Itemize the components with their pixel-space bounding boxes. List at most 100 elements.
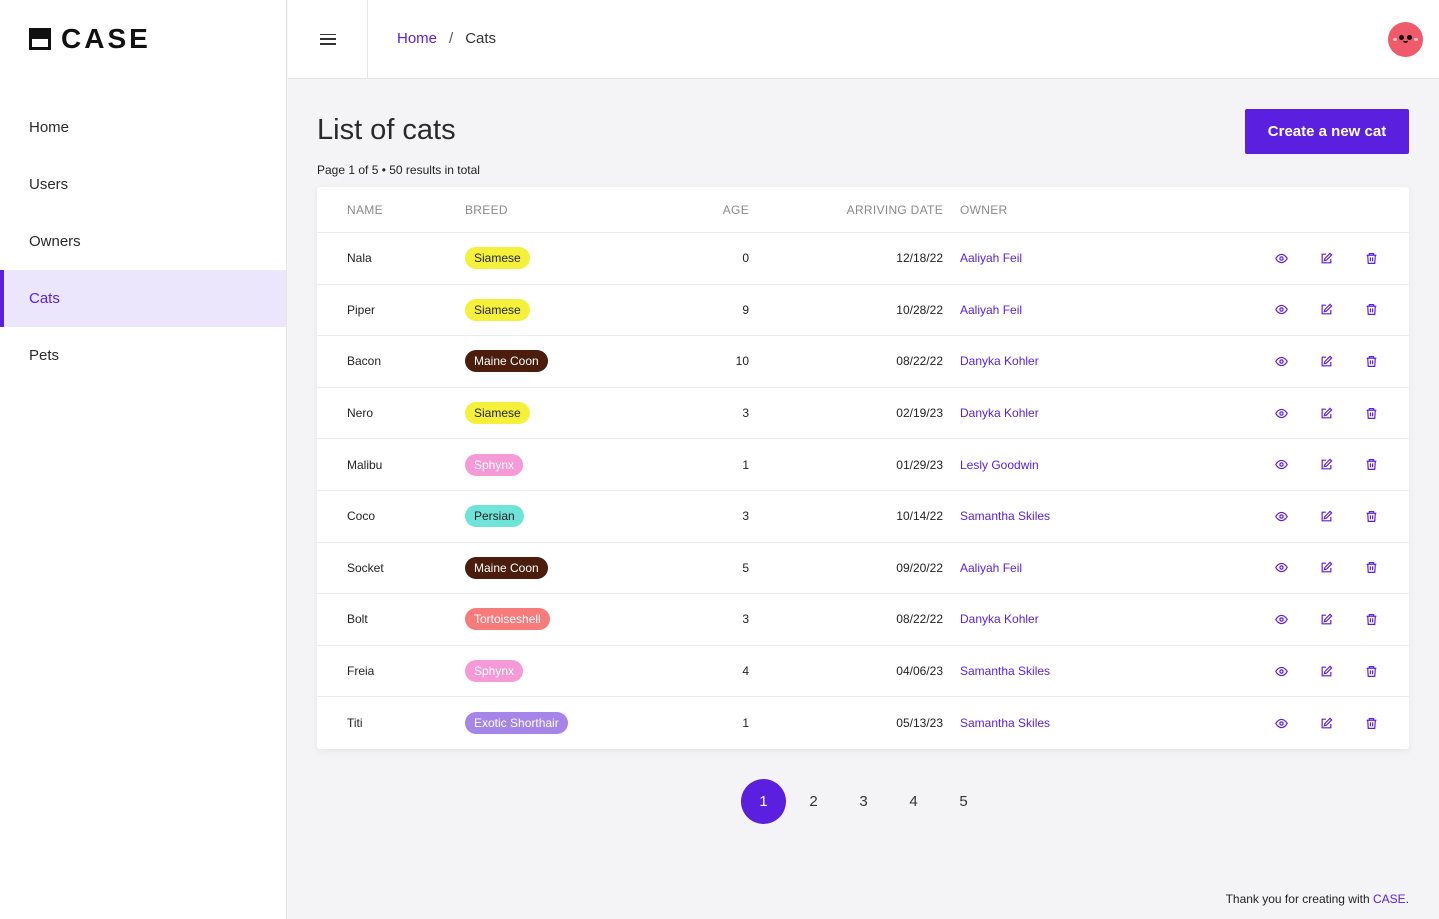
delete-button[interactable]: [1362, 301, 1380, 319]
sidebar-item-label: Owners: [29, 233, 81, 250]
create-cat-button[interactable]: Create a new cat: [1245, 109, 1409, 154]
owner-link[interactable]: Samantha Skiles: [960, 716, 1050, 730]
owner-link[interactable]: Samantha Skiles: [960, 664, 1050, 678]
edit-icon: [1320, 613, 1333, 626]
eye-icon: [1274, 458, 1288, 471]
page-button-5[interactable]: 5: [941, 779, 986, 824]
cat-age: 3: [742, 406, 749, 421]
owner-link[interactable]: Aaliyah Feil: [960, 561, 1022, 575]
owner-link[interactable]: Danyka Kohler: [960, 612, 1039, 626]
owner-link[interactable]: Aaliyah Feil: [960, 303, 1022, 317]
delete-button[interactable]: [1362, 662, 1380, 680]
delete-button[interactable]: [1362, 352, 1380, 370]
sidebar-item-cats[interactable]: Cats: [0, 270, 286, 327]
table-row: Piper Siamese 9 10/28/22 Aaliyah Feil: [317, 285, 1409, 337]
view-button[interactable]: [1272, 456, 1290, 474]
cat-name: Nala: [347, 251, 372, 266]
owner-link[interactable]: Danyka Kohler: [960, 406, 1039, 420]
edit-icon: [1320, 717, 1333, 730]
edit-button[interactable]: [1317, 662, 1335, 680]
table-row: Freia Sphynx 4 04/06/23 Samantha Skiles: [317, 646, 1409, 698]
results-summary: Page 1 of 5 • 50 results in total: [317, 163, 480, 177]
cat-name: Titi: [347, 716, 363, 731]
page-button-1[interactable]: 1: [741, 779, 786, 824]
delete-button[interactable]: [1362, 610, 1380, 628]
page-button-3[interactable]: 3: [841, 779, 886, 824]
owner-link[interactable]: Lesly Goodwin: [960, 458, 1039, 472]
breadcrumb: Home / Cats: [397, 30, 496, 47]
view-button[interactable]: [1272, 301, 1290, 319]
sidebar-item-users[interactable]: Users: [0, 156, 286, 213]
owner-link[interactable]: Aaliyah Feil: [960, 251, 1022, 265]
delete-button[interactable]: [1362, 456, 1380, 474]
footer-case-link[interactable]: CASE: [1373, 892, 1406, 906]
breed-badge: Siamese: [465, 247, 530, 270]
page-button-2[interactable]: 2: [791, 779, 836, 824]
page-button-4[interactable]: 4: [891, 779, 936, 824]
breed-cell: Siamese: [465, 298, 530, 321]
delete-button[interactable]: [1362, 507, 1380, 525]
edit-icon: [1320, 407, 1333, 420]
view-button[interactable]: [1272, 249, 1290, 267]
table-body: Nala Siamese 0 12/18/22 Aaliyah Feil Piper Sia…: [317, 233, 1409, 749]
menu-toggle-button[interactable]: [288, 0, 368, 78]
edit-button[interactable]: [1317, 610, 1335, 628]
view-button[interactable]: [1272, 610, 1290, 628]
cat-name: Bacon: [347, 354, 382, 369]
sidebar-item-owners[interactable]: Owners: [0, 213, 286, 270]
cat-name: Coco: [347, 509, 376, 524]
eye-icon: [1274, 252, 1288, 265]
edit-button[interactable]: [1317, 456, 1335, 474]
edit-button[interactable]: [1317, 507, 1335, 525]
edit-button[interactable]: [1317, 714, 1335, 732]
sidebar-item-home[interactable]: Home: [0, 99, 286, 156]
arriving-date: 05/13/23: [896, 716, 943, 731]
edit-button[interactable]: [1317, 301, 1335, 319]
breed-badge: Sphynx: [465, 453, 524, 476]
sidebar-item-label: Home: [29, 119, 70, 136]
table-row: Bolt Tortoiseshell 3 08/22/22 Danyka Kohler: [317, 594, 1409, 646]
delete-button[interactable]: [1362, 559, 1380, 577]
view-button[interactable]: [1272, 714, 1290, 732]
eye-icon: [1274, 561, 1288, 574]
topbar: Home / Cats: [288, 0, 1439, 79]
breadcrumb-home-link[interactable]: Home: [397, 30, 437, 47]
sidebar-item-pets[interactable]: Pets: [0, 327, 286, 384]
column-header-name: NAME: [347, 203, 383, 217]
view-button[interactable]: [1272, 507, 1290, 525]
edit-icon: [1320, 303, 1333, 316]
breed-cell: Maine Coon: [465, 556, 548, 579]
logo[interactable]: CASE: [29, 23, 151, 54]
footer: Thank you for creating with CASE.: [1226, 892, 1409, 906]
column-header-age: AGE: [722, 203, 749, 217]
view-button[interactable]: [1272, 559, 1290, 577]
arriving-date: 04/06/23: [896, 664, 943, 679]
edit-button[interactable]: [1317, 404, 1335, 422]
delete-button[interactable]: [1362, 714, 1380, 732]
view-button[interactable]: [1272, 404, 1290, 422]
edit-button[interactable]: [1317, 559, 1335, 577]
view-button[interactable]: [1272, 352, 1290, 370]
cat-age: 3: [742, 612, 749, 627]
pagination: 1 2 3 4 5: [741, 779, 986, 824]
view-button[interactable]: [1272, 662, 1290, 680]
eye-icon: [1274, 303, 1288, 316]
delete-button[interactable]: [1362, 404, 1380, 422]
owner-link[interactable]: Samantha Skiles: [960, 509, 1050, 523]
edit-button[interactable]: [1317, 352, 1335, 370]
edit-icon: [1320, 458, 1333, 471]
table-row: Coco Persian 3 10/14/22 Samantha Skiles: [317, 491, 1409, 543]
breed-badge: Siamese: [465, 402, 530, 425]
avatar[interactable]: [1388, 22, 1423, 57]
table-header: NAME BREED AGE ARRIVING DATE OWNER: [317, 187, 1409, 233]
breadcrumb-current: Cats: [465, 30, 497, 47]
eye-icon: [1274, 510, 1288, 523]
owner-link[interactable]: Danyka Kohler: [960, 354, 1039, 368]
edit-button[interactable]: [1317, 249, 1335, 267]
edit-icon: [1320, 252, 1333, 265]
sidebar-nav: Home Users Owners Cats Pets: [0, 99, 286, 384]
arriving-date: 02/19/23: [896, 406, 943, 421]
arriving-date: 01/29/23: [896, 457, 943, 472]
sidebar-item-label: Pets: [29, 347, 60, 364]
delete-button[interactable]: [1362, 249, 1380, 267]
